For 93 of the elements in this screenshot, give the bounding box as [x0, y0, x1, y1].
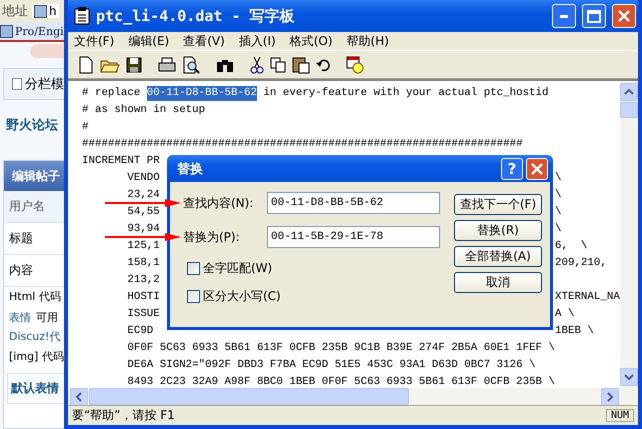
- input-field[interactable]: 00-11-D8-BB-5B-62: [267, 192, 440, 214]
- document-text: 6, \: [555, 239, 588, 254]
- document-text: DE6A SIGN2="092F DBD3 F7BA EC9D 51E5 453C 93A1 D63D 0BC7 3126 \: [126, 358, 536, 373]
- note-text: [img] 代码: [8, 349, 64, 365]
- maximize-button[interactable]: [582, 4, 606, 28]
- document-text: A \: [555, 307, 574, 322]
- document-text: \: [555, 205, 562, 220]
- close-icon: [530, 162, 544, 176]
- document-text: XTERNAL_NA: [555, 290, 620, 305]
- scroll-right-icon: [605, 390, 615, 402]
- document-text: 8493 2C23 32A9 A98F 8BC0 1BEB 0F0F 5C63 6933 5B61 613F 0CFB 235B \: [126, 375, 555, 390]
- document-text: 158,1: [126, 256, 160, 271]
- close-button[interactable]: [612, 4, 636, 28]
- help-button[interactable]: ?: [501, 158, 523, 180]
- document-text: \: [555, 171, 562, 186]
- document-text: ISSUE: [126, 307, 160, 322]
- scissors-icon[interactable]: [250, 56, 264, 74]
- undo-icon[interactable]: [316, 58, 330, 72]
- close-button[interactable]: [526, 158, 548, 180]
- minimize-button[interactable]: [552, 4, 576, 28]
- scroll-down-icon: [623, 372, 635, 382]
- menu-item[interactable]: 查看(V): [183, 32, 225, 50]
- address-label: 地址: [2, 3, 28, 20]
- document-text: \: [555, 222, 562, 237]
- scroll-thumb[interactable]: [620, 102, 638, 118]
- browser-tab[interactable]: h: [32, 4, 59, 18]
- copy-icon[interactable]: [270, 56, 286, 72]
- document-text: 125,1: [126, 239, 160, 254]
- save-icon[interactable]: [126, 56, 142, 72]
- checkbox[interactable]: [187, 290, 200, 303]
- document-text: ####################################################################: [82, 137, 523, 152]
- document-text: 54,55: [126, 205, 160, 220]
- menu-item[interactable]: 文件(F): [74, 32, 114, 50]
- paste-icon[interactable]: [292, 56, 310, 74]
- document-text: 23,24: [126, 188, 160, 203]
- emoticons-header: 默认表情: [7, 373, 64, 404]
- menu-item[interactable]: 帮助(H): [346, 32, 389, 50]
- scroll-up-icon: [623, 87, 635, 97]
- scroll-thumb[interactable]: [89, 388, 409, 405]
- panel-header: 编辑帖子: [4, 161, 64, 191]
- input-field[interactable]: 00-11-5B-29-1E-78: [267, 226, 440, 248]
- dialog-title: 替换: [177, 160, 204, 178]
- vertical-scrollbar[interactable]: [620, 81, 638, 388]
- document-text: 209,210,: [555, 256, 607, 271]
- note-text: Html 代码: [8, 289, 62, 305]
- document-text: 1BEB \: [555, 324, 594, 339]
- document-text: INCREMENT PR: [82, 154, 160, 169]
- logo-fragment: [30, 44, 64, 58]
- document-text: # as shown in setup: [82, 103, 206, 118]
- document-text: #: [82, 120, 88, 135]
- document-text: 93,94: [126, 222, 160, 237]
- status-panel: NUM: [606, 409, 634, 422]
- document-text: VENDO: [126, 171, 160, 186]
- dialog-button[interactable]: 全部替换(A): [454, 246, 542, 267]
- print-icon[interactable]: [158, 56, 176, 72]
- document-text: 0F0F 5C63 6933 5B61 613F 0CFB 235B 9C1B B39E 274F 2B5A 60E1 1FEF \: [126, 341, 555, 356]
- menu-item[interactable]: 插入(I): [238, 32, 276, 50]
- close-icon: [618, 10, 630, 22]
- checkbox[interactable]: [187, 262, 200, 275]
- window-title: ptc_li-4.0.dat - 写字板: [96, 6, 296, 26]
- menu-item[interactable]: 格式(O): [290, 32, 333, 50]
- dialog-button[interactable]: 取消: [454, 272, 542, 293]
- document-text: HOSTI: [126, 290, 160, 305]
- dialog-button[interactable]: 替换(R): [454, 220, 542, 241]
- checkbox-label: 区分大小写(C): [203, 288, 281, 305]
- checkbox-label: 分栏模: [25, 76, 64, 93]
- minimize-icon: [560, 14, 568, 18]
- page-icon: [0, 24, 13, 38]
- note-link[interactable]: Discuz!代: [4, 327, 64, 347]
- new-document-icon[interactable]: [78, 56, 94, 74]
- forum-name[interactable]: 野火论坛: [6, 116, 64, 134]
- document-text: \: [555, 188, 562, 203]
- checkbox[interactable]: [12, 78, 22, 90]
- document-text: 213,2: [126, 273, 160, 288]
- document-text: EC9D: [126, 324, 154, 339]
- field-label: 替换为(P):: [183, 228, 241, 246]
- note-link[interactable]: 表情: [9, 310, 31, 324]
- field-label: 查找内容(N):: [183, 194, 254, 212]
- document-text: # replace 00-11-D8-BB-5B-62 in every-feature with your actual ptc_hostid: [82, 85, 549, 102]
- browser-tab[interactable]: Pro/Engi: [0, 22, 64, 42]
- menu-item[interactable]: 编辑(E): [128, 32, 170, 50]
- maximize-icon: [587, 10, 601, 22]
- calendar-clock-icon[interactable]: [346, 56, 364, 74]
- notepad-icon: [74, 7, 90, 25]
- checkbox-label: 全字匹配(W): [203, 260, 272, 277]
- page-icon: [34, 4, 47, 18]
- form-label: 用户名: [4, 191, 64, 223]
- scroll-left-icon: [74, 390, 84, 402]
- print-preview-icon[interactable]: [182, 56, 200, 74]
- note-text: 可用: [36, 310, 58, 324]
- status-text: 要“帮助”，请按 F1: [72, 407, 176, 424]
- horizontal-scrollbar[interactable]: [68, 388, 638, 405]
- dialog-button[interactable]: 查找下一个(F): [454, 194, 542, 215]
